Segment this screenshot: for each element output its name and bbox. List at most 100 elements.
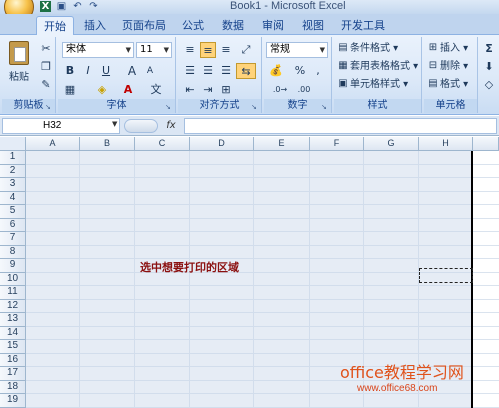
currency-icon[interactable]: 💰 [268,63,284,79]
column-header[interactable]: F [310,137,364,151]
fill-color-icon[interactable]: ◈ [94,82,110,98]
align-right-icon[interactable]: ☰ [218,63,234,79]
row-header[interactable]: 16 [0,353,26,367]
row-header[interactable]: 11 [0,286,26,300]
row-header[interactable]: 1 [0,151,26,165]
copy-icon[interactable]: ❐ [38,59,54,75]
autosum-icon[interactable]: Σ [481,41,497,57]
select-all-corner[interactable] [0,137,26,151]
decrease-indent-icon[interactable]: ⇤ [182,82,198,98]
column-header[interactable]: D [190,137,254,151]
redo-icon[interactable]: ↷ [88,1,99,12]
font-size-value: 11 [140,44,153,55]
group-alignment: ≡ ≡ ≡ ⤢ ☰ ☰ ☰ ⇆ ⇤ ⇥ ⊞ 对齐方式 ↘ [178,37,262,113]
row-header[interactable]: 14 [0,326,26,340]
merge-center-icon[interactable]: ⊞ [218,82,234,98]
tab-page-layout[interactable]: 页面布局 [116,16,172,35]
column-header[interactable]: H [419,137,473,151]
row-header[interactable]: 9 [0,259,26,273]
font-color-icon[interactable]: A [120,82,136,98]
column-header[interactable]: C [135,137,190,151]
column-header[interactable]: B [80,137,135,151]
column-header[interactable] [473,137,499,151]
align-top-icon[interactable]: ≡ [182,42,198,58]
increase-decimal-icon[interactable]: .0→ [272,82,288,98]
borders-icon[interactable]: ▦ [62,82,78,98]
format-as-table-button[interactable]: ▦ 套用表格格式 ▾ [336,59,418,75]
row-header[interactable]: 19 [0,394,26,408]
conditional-formatting-button[interactable]: ▤ 条件格式 ▾ [336,41,398,57]
fill-icon[interactable]: ⬇ [481,59,497,75]
phonetic-icon[interactable]: 文 [148,82,164,98]
percent-button[interactable]: % [292,63,308,79]
tab-formulas[interactable]: 公式 [178,16,208,35]
group-styles: ▤ 条件格式 ▾ ▦ 套用表格格式 ▾ ▣ 单元格样式 ▾ 样式 [334,37,422,113]
row-header[interactable]: 2 [0,164,26,178]
font-launcher-icon[interactable]: ↘ [165,103,173,111]
row-header[interactable]: 6 [0,218,26,232]
comma-button[interactable]: , [310,63,326,79]
align-left-icon[interactable]: ☰ [182,63,198,79]
wrap-text-icon[interactable]: ⇆ [236,63,256,79]
worksheet[interactable]: A B C D E F G H 1 2 3 4 5 6 7 8 9 10 11 12 13 14 15 16 17 18 19 选中… [0,137,499,408]
format-cells-button[interactable]: ▤ 格式 ▾ [426,77,468,93]
format-cells-icon: ▤ [428,78,438,89]
italic-button[interactable]: I [80,63,96,79]
tab-home[interactable]: 开始 [36,16,74,35]
number-format-select[interactable]: 常规 ▼ [266,42,328,58]
clear-icon[interactable]: ◇ [481,77,497,93]
align-middle-icon[interactable]: ≡ [200,42,216,58]
row-header[interactable]: 4 [0,191,26,205]
paste-button[interactable]: 粘贴 [6,41,32,91]
decrease-decimal-icon[interactable]: .00 [296,82,312,98]
name-box[interactable]: H32 [2,118,120,134]
insert-function-button[interactable]: fx [160,118,182,134]
name-box-dropdown-icon[interactable]: ▼ [112,120,117,128]
increase-indent-icon[interactable]: ⇥ [200,82,216,98]
tab-review[interactable]: 审阅 [258,16,288,35]
column-header[interactable]: A [26,137,80,151]
undo-icon[interactable]: ↶ [72,1,83,12]
font-size-select[interactable]: 11 ▼ [136,42,172,58]
number-launcher-icon[interactable]: ↘ [321,103,329,111]
shrink-font-button[interactable]: A [142,63,158,79]
save-icon[interactable]: ▣ [56,1,67,12]
format-painter-icon[interactable]: ✎ [38,77,54,93]
bold-button[interactable]: B [62,63,78,79]
cut-icon[interactable]: ✂ [38,41,54,57]
underline-button[interactable]: U [98,63,114,79]
row-header[interactable]: 13 [0,313,26,327]
row-header[interactable]: 3 [0,178,26,192]
tab-insert[interactable]: 插入 [80,16,110,35]
row-header[interactable]: 18 [0,380,26,394]
cell-styles-button[interactable]: ▣ 单元格样式 ▾ [336,77,408,93]
format-as-table-label: 套用表格格式 [350,61,410,72]
insert-cells-button[interactable]: ⊞ 插入 ▾ [426,41,468,57]
row-header[interactable]: 17 [0,367,26,381]
group-label-styles: 样式 [334,99,421,113]
orientation-icon[interactable]: ⤢ [238,42,254,58]
group-label-cells: 单元格 [424,99,477,113]
align-bottom-icon[interactable]: ≡ [218,42,234,58]
formula-input[interactable] [184,118,497,134]
clipboard-launcher-icon[interactable]: ↘ [45,103,53,111]
row-header[interactable]: 10 [0,272,26,286]
formula-buttons-slider[interactable] [124,119,158,133]
row-header[interactable]: 8 [0,245,26,259]
row-header[interactable]: 5 [0,205,26,219]
tab-view[interactable]: 视图 [298,16,328,35]
column-header[interactable]: E [254,137,310,151]
alignment-launcher-icon[interactable]: ↘ [251,103,259,111]
grow-font-button[interactable]: A [124,63,140,79]
row-header[interactable]: 15 [0,340,26,354]
window-title: Book1 - Microsoft Excel [230,0,346,12]
column-header[interactable]: G [364,137,419,151]
tab-developer[interactable]: 开发工具 [338,16,388,35]
align-center-icon[interactable]: ☰ [200,63,216,79]
row-header[interactable]: 12 [0,299,26,313]
row-header[interactable]: 7 [0,232,26,246]
delete-cells-label: 删除 [440,61,460,72]
delete-cells-button[interactable]: ⊟ 删除 ▾ [426,59,468,75]
font-name-select[interactable]: 宋体 ▼ [62,42,134,58]
tab-data[interactable]: 数据 [218,16,248,35]
